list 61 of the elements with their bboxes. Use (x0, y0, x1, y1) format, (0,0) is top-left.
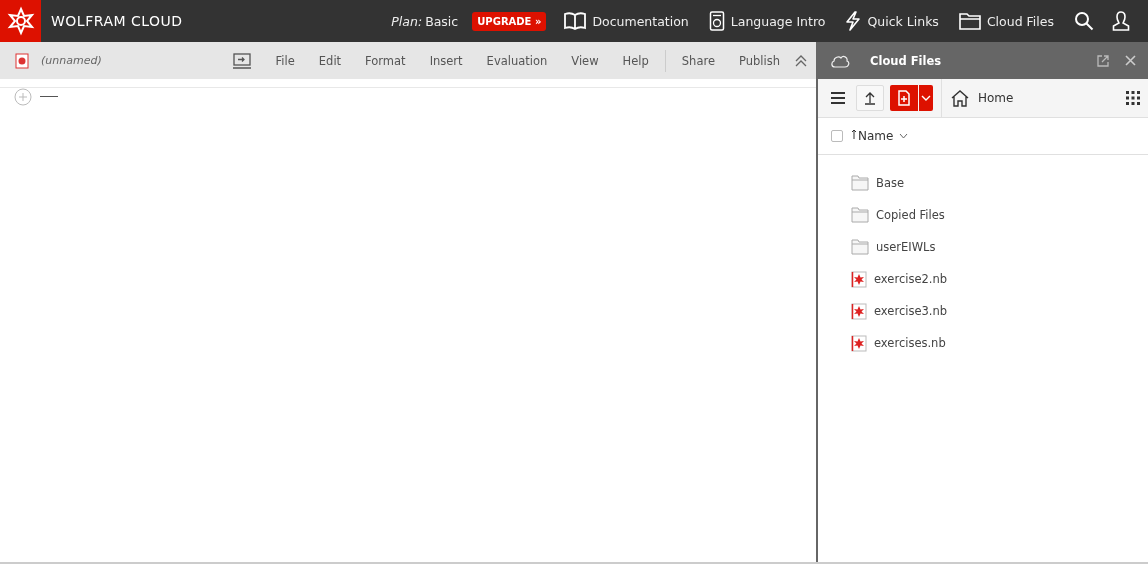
upgrade-button[interactable]: UPGRADE » (472, 11, 547, 31)
notebook-icon (851, 302, 867, 320)
notebook-icon (851, 270, 867, 288)
menu-item[interactable]: Format (365, 53, 406, 68)
menu-item[interactable]: View (571, 53, 599, 68)
sort-ascending-icon[interactable] (851, 128, 857, 140)
nav-link[interactable]: Quick Links (867, 13, 939, 29)
cloud-icon (830, 53, 850, 68)
wolfram-logo[interactable] (0, 0, 41, 42)
menu-item[interactable]: Evaluation (486, 53, 548, 68)
nav-link[interactable]: Language Intro (730, 13, 826, 29)
menu-item[interactable]: Help (622, 53, 649, 68)
file-name[interactable]: exercise3.nb (874, 304, 948, 318)
folder-icon (958, 12, 981, 30)
new-file-icon (897, 90, 911, 106)
plan-label: Plan: (391, 13, 423, 29)
menu-item[interactable]: Edit (318, 53, 342, 68)
cell-insertion-line (40, 95, 58, 97)
folder-icon (851, 239, 869, 255)
collapse-icon[interactable] (794, 53, 808, 68)
notebook-title: (unnamed) (41, 54, 102, 67)
home-icon[interactable] (950, 89, 970, 107)
menu-item[interactable]: File (275, 53, 295, 68)
upload-icon (864, 91, 876, 105)
file-name[interactable]: exercises.nb (874, 336, 946, 350)
dropdown-button[interactable] (919, 85, 933, 111)
folder-icon (851, 175, 869, 191)
menu-item[interactable]: Insert (429, 53, 463, 68)
new-file-button[interactable] (890, 85, 918, 111)
file-name[interactable]: Base (876, 176, 904, 190)
grid-view-icon[interactable] (1126, 91, 1140, 105)
notebook-icon (851, 334, 867, 352)
file-name[interactable]: Copied Files (876, 208, 945, 222)
select-all-checkbox[interactable] (831, 130, 843, 142)
pop-out-icon[interactable] (1097, 54, 1109, 67)
plan-name: Basic (425, 13, 459, 29)
product-name: WOLFRAM CLOUD (51, 13, 183, 29)
book-icon (564, 11, 587, 31)
file-name[interactable]: userEIWLs (876, 240, 936, 254)
breadcrumb[interactable]: Home (978, 91, 1014, 105)
nav-link[interactable]: Cloud Files (986, 13, 1054, 29)
menu-icon[interactable] (830, 91, 846, 105)
add-cell-icon[interactable] (14, 88, 32, 106)
notebook-icon (15, 52, 29, 69)
file-name[interactable]: exercise2.nb (874, 272, 948, 286)
user-icon[interactable] (1112, 11, 1130, 31)
panel-title: Cloud Files (870, 53, 942, 68)
column-header[interactable]: Name (858, 129, 894, 143)
toolbar-action[interactable]: Publish (739, 53, 780, 68)
close-icon[interactable] (1125, 55, 1136, 66)
chevron-down-icon (921, 95, 931, 101)
nav-link[interactable]: Documentation (592, 13, 689, 29)
folder-icon (851, 207, 869, 223)
lightning-icon (845, 11, 862, 31)
monitor-icon[interactable] (231, 52, 252, 69)
search-icon[interactable] (1074, 11, 1094, 31)
chevron-down-icon[interactable] (899, 133, 909, 139)
toolbar-action[interactable]: Share (681, 53, 715, 68)
upload-button[interactable] (856, 85, 884, 111)
device-icon (708, 11, 725, 31)
spikey-icon (5, 6, 36, 36)
